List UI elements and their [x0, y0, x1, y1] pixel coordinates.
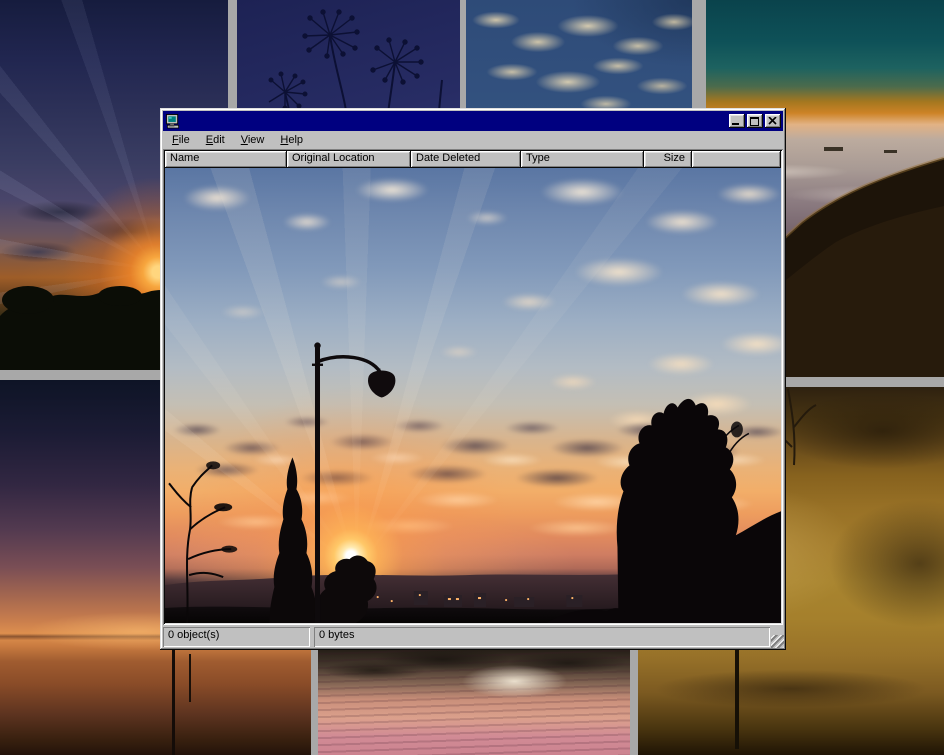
maximize-button[interactable] [747, 114, 763, 128]
column-header-original-location[interactable]: Original Location [287, 151, 411, 168]
recycle-bin-window: File Edit View Help Name Original Locati… [160, 108, 786, 650]
sunset-photo-background [165, 168, 781, 623]
menu-view[interactable]: View [233, 132, 273, 149]
my-computer-icon [165, 114, 181, 129]
window-titlebar[interactable] [163, 111, 783, 131]
close-button[interactable] [765, 114, 781, 128]
water-pole [189, 654, 191, 702]
column-header-date-deleted[interactable]: Date Deleted [411, 151, 521, 168]
minimize-button[interactable] [729, 114, 745, 128]
distant-pole [735, 647, 739, 749]
close-icon [768, 117, 777, 125]
menu-file[interactable]: File [164, 132, 198, 149]
menu-edit[interactable]: Edit [198, 132, 233, 149]
status-object-count: 0 object(s) [163, 627, 310, 647]
menu-bar: File Edit View Help [163, 131, 783, 149]
column-header-type[interactable]: Type [521, 151, 644, 168]
water-pole [172, 648, 175, 755]
column-header-size[interactable]: Size [644, 151, 692, 168]
column-header-blank[interactable] [692, 151, 781, 168]
status-bar: 0 object(s) 0 bytes [163, 627, 783, 647]
column-header-name[interactable]: Name [165, 151, 287, 168]
deleted-items-list[interactable]: Name Original Location Date Deleted Type… [163, 149, 783, 625]
desktop: File Edit View Help Name Original Locati… [0, 0, 944, 755]
resize-grip[interactable] [771, 635, 784, 648]
menu-help[interactable]: Help [272, 132, 311, 149]
silhouette-layer [165, 168, 781, 623]
status-size: 0 bytes [314, 627, 770, 647]
column-headers: Name Original Location Date Deleted Type… [165, 151, 781, 168]
